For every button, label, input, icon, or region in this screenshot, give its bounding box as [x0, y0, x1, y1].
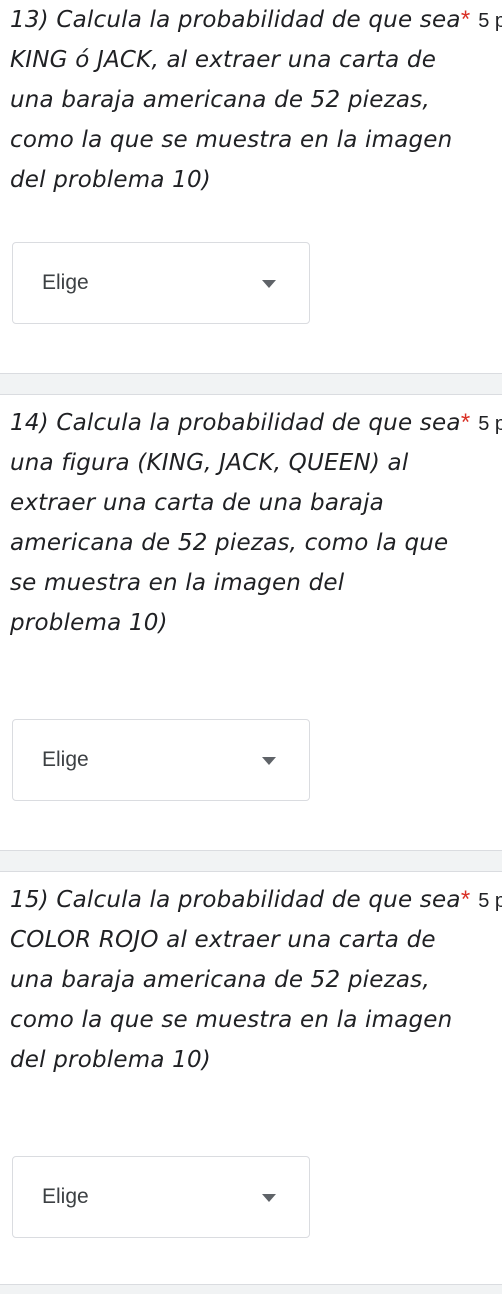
question-text-line: COLOR ROJO al extraer una carta de	[10, 927, 436, 953]
points-label: 5 p	[478, 890, 502, 912]
question-title: 14) Calcula la probabilidad de que sea u…	[10, 403, 490, 643]
question-text-line: 14) Calcula la probabilidad de que sea	[10, 410, 461, 436]
question-text-line: como la que se muestra en la imagen	[10, 1007, 453, 1033]
question-text-line: extraer una carta de una baraja	[10, 490, 384, 516]
question-title: 13) Calcula la probabilidad de que sea K…	[10, 0, 490, 200]
triangle-down-icon	[262, 1194, 276, 1202]
question-title: 15) Calcula la probabilidad de que sea C…	[10, 880, 490, 1080]
question-text-line: una figura (KING, JACK, QUEEN) al	[10, 450, 409, 476]
question-13: 13) Calcula la probabilidad de que sea K…	[0, 0, 502, 350]
answer-dropdown[interactable]: Elige	[12, 1156, 310, 1238]
question-meta: * 5 p	[461, 403, 502, 444]
question-meta: * 5 p	[461, 0, 502, 41]
answer-dropdown[interactable]: Elige	[12, 242, 310, 324]
section-separator	[0, 1284, 502, 1294]
question-text-line: problema 10)	[10, 610, 168, 636]
section-separator	[0, 373, 502, 395]
points-label: 5 p	[478, 10, 502, 32]
dropdown-placeholder: Elige	[42, 1185, 89, 1208]
question-text-line: como la que se muestra en la imagen	[10, 127, 453, 153]
form-page: 13) Calcula la probabilidad de que sea K…	[0, 0, 502, 1294]
required-asterisk: *	[460, 409, 471, 436]
dropdown-placeholder: Elige	[42, 271, 89, 294]
triangle-down-icon	[262, 757, 276, 765]
question-15: 15) Calcula la probabilidad de que sea C…	[0, 880, 502, 1294]
triangle-down-icon	[262, 280, 276, 288]
required-asterisk: *	[460, 6, 471, 33]
question-14: 14) Calcula la probabilidad de que sea u…	[0, 403, 502, 823]
question-text-line: 15) Calcula la probabilidad de que sea	[10, 887, 461, 913]
question-text-line: una baraja americana de 52 piezas,	[10, 967, 430, 993]
question-text-line: americana de 52 piezas, como la que	[10, 530, 449, 556]
section-separator	[0, 850, 502, 872]
answer-dropdown[interactable]: Elige	[12, 719, 310, 801]
question-text-line: se muestra en la imagen del	[10, 570, 345, 596]
question-text-line: del problema 10)	[10, 167, 211, 193]
required-asterisk: *	[460, 886, 471, 913]
question-text-line: del problema 10)	[10, 1047, 211, 1073]
question-text-line: una baraja americana de 52 piezas,	[10, 87, 430, 113]
points-label: 5 p	[478, 413, 502, 435]
question-text-line: KING ó JACK, al extraer una carta de	[10, 47, 437, 73]
question-meta: * 5 p	[461, 880, 502, 921]
dropdown-placeholder: Elige	[42, 748, 89, 771]
question-text-line: 13) Calcula la probabilidad de que sea	[10, 7, 461, 33]
